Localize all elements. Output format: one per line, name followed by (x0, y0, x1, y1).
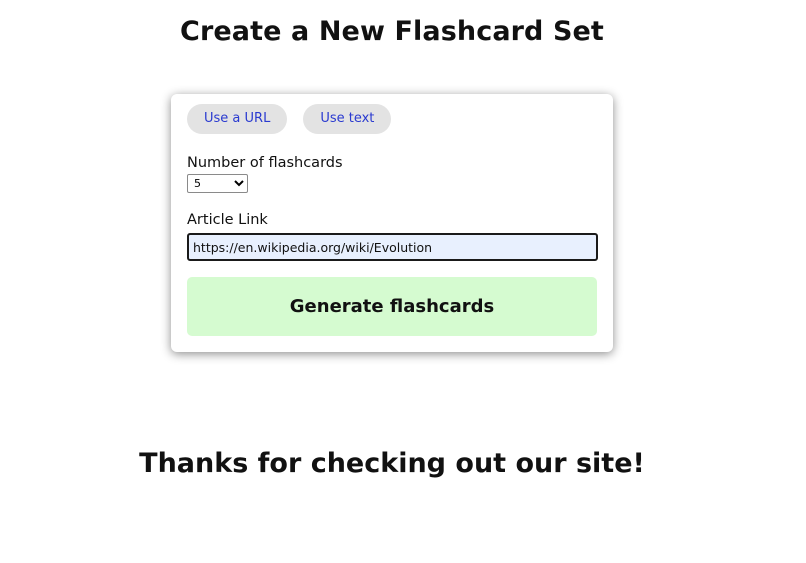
article-link-input[interactable] (187, 233, 598, 261)
use-text-button[interactable]: Use text (303, 104, 392, 134)
thanks-message: Thanks for checking out our site! (139, 448, 645, 479)
flashcard-form-card: Use a URL Use text Number of flashcards … (171, 94, 613, 352)
flashcard-count-label: Number of flashcards (187, 155, 343, 171)
use-url-button[interactable]: Use a URL (187, 104, 288, 134)
input-mode-toggle: Use a URL Use text (187, 104, 392, 134)
flashcard-count-select[interactable]: 5 (187, 174, 248, 193)
generate-flashcards-button[interactable]: Generate flashcards (187, 277, 597, 336)
page-title: Create a New Flashcard Set (180, 16, 604, 47)
page: Create a New Flashcard Set Use a URL Use… (0, 0, 806, 563)
article-link-label: Article Link (187, 212, 268, 228)
